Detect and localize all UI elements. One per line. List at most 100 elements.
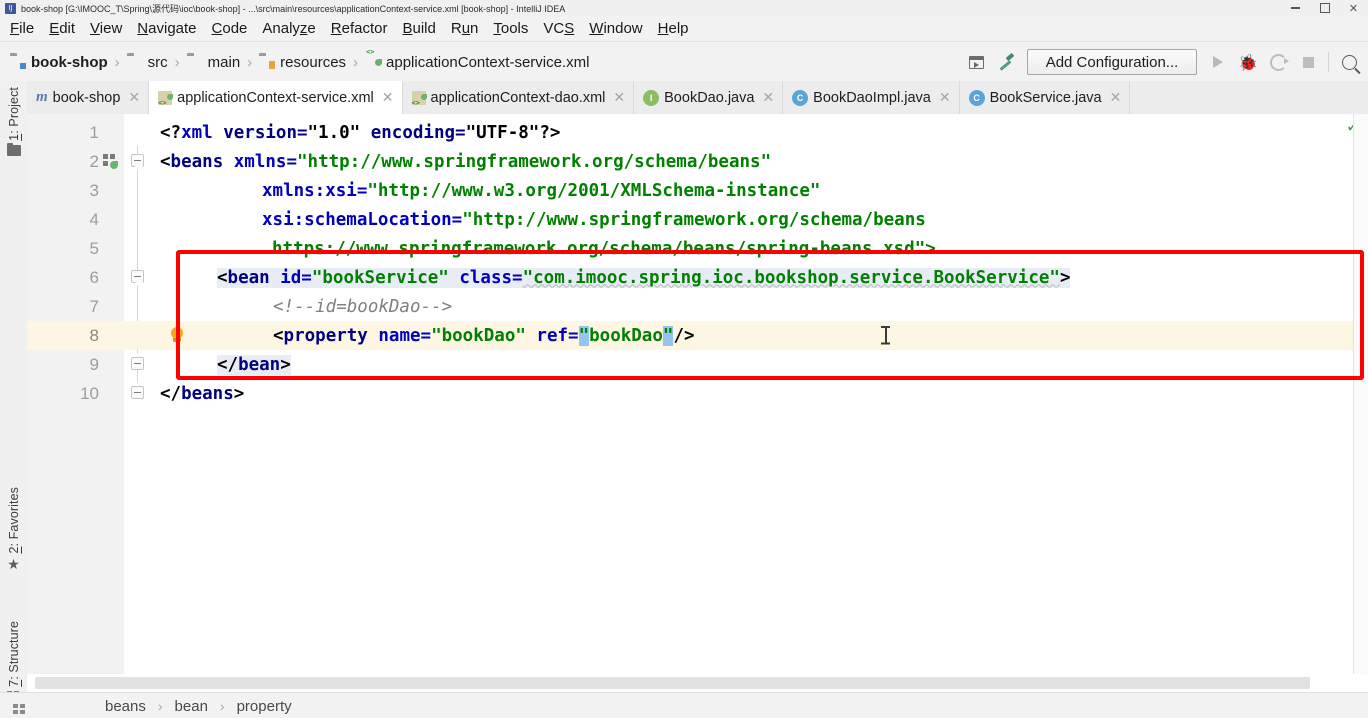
code-line[interactable]: 2 <beans xmlns="http://www.springframewo… xyxy=(27,147,1368,176)
code-line[interactable]: 1 <?xml version="1.0" encoding="UTF-8"?> xyxy=(27,118,1368,147)
menu-build[interactable]: Build xyxy=(402,20,435,37)
code-line[interactable]: 10 </beans> xyxy=(27,379,1368,408)
close-icon[interactable]: ✕ xyxy=(128,91,140,105)
menu-code[interactable]: Code xyxy=(212,20,248,37)
menu-bar: File Edit View Navigate Code Analyze Ref… xyxy=(0,16,1368,42)
scrollbar-thumb[interactable] xyxy=(35,677,1310,689)
code-line[interactable]: 7 <!--id=bookDao--> xyxy=(27,292,1368,321)
token-tag: bean xyxy=(227,267,270,288)
tab-label: book-shop xyxy=(52,89,121,106)
fold-marker[interactable] xyxy=(131,352,144,370)
fold-marker[interactable] xyxy=(131,154,144,171)
menu-file[interactable]: File xyxy=(10,20,34,37)
menu-window[interactable]: Window xyxy=(589,20,642,37)
run-icon[interactable] xyxy=(1203,47,1233,77)
menu-refactor[interactable]: Refactor xyxy=(331,20,388,37)
code-line[interactable]: 4 xsi:schemaLocation="http://www.springf… xyxy=(27,205,1368,234)
fold-marker[interactable] xyxy=(131,270,144,287)
breadcrumb-item-bean[interactable]: bean xyxy=(175,698,208,715)
chevron-right-icon: › xyxy=(114,53,120,71)
token-tag: beans xyxy=(181,383,234,404)
stop-icon[interactable] xyxy=(1293,47,1323,77)
tab-applicationcontext-service-xml[interactable]: applicationContext-service.xml ✕ xyxy=(149,81,403,114)
token-attr: encoding= xyxy=(360,122,466,143)
code-line[interactable]: 5 https://www.springframework.org/schema… xyxy=(27,234,1368,263)
folder-icon xyxy=(127,55,143,69)
menu-help[interactable]: Help xyxy=(658,20,689,37)
token-attr: xmlns= xyxy=(223,151,297,172)
line-text: <property name="bookDao" ref="bookDao"/> xyxy=(273,325,695,346)
code-line-current[interactable]: 8 <property name="bookDao" ref="bookDao"… xyxy=(27,321,1368,350)
tab-label: BookDao.java xyxy=(664,89,755,106)
run-with-coverage-icon[interactable] xyxy=(1263,47,1293,77)
minimize-icon[interactable] xyxy=(1281,0,1310,16)
menu-tools[interactable]: Tools xyxy=(493,20,528,37)
navbar-item-main[interactable]: main xyxy=(187,54,241,71)
navbar-item-src[interactable]: src xyxy=(127,54,168,71)
line-number: 7 xyxy=(89,296,99,316)
close-icon[interactable]: ✕ xyxy=(939,91,951,105)
token-value: "com.imooc.spring.ioc.bookshop.service.B… xyxy=(522,267,1060,288)
tab-bookservice-java[interactable]: C BookService.java ✕ xyxy=(959,81,1131,114)
token-tag: property xyxy=(283,325,368,346)
close-icon[interactable]: ✕ xyxy=(613,91,625,105)
token-attr: xsi:schemaLocation= xyxy=(262,209,463,230)
navbar-item-file[interactable]: applicationContext-service.xml xyxy=(365,54,589,71)
tab-book-shop[interactable]: m book-shop ✕ xyxy=(27,81,150,114)
restore-icon[interactable] xyxy=(1310,0,1339,16)
search-everywhere-icon[interactable] xyxy=(1334,47,1364,77)
menu-navigate[interactable]: Navigate xyxy=(137,20,196,37)
token-punc: > xyxy=(280,354,291,375)
token-attr: class= xyxy=(448,267,523,288)
fold-marker[interactable] xyxy=(131,381,144,399)
menu-run[interactable]: Run xyxy=(451,20,479,37)
editor-marker-gutter[interactable] xyxy=(1353,114,1368,674)
line-number: 4 xyxy=(89,209,99,229)
line-number: 6 xyxy=(89,267,99,287)
intention-bulb-icon[interactable] xyxy=(169,327,185,343)
menu-analyze[interactable]: Analyze xyxy=(262,20,315,37)
sidebar-item-structure[interactable]: 7: Structure xyxy=(0,621,27,702)
sidebar-item-project[interactable]: 1: Project xyxy=(0,87,27,156)
token-punc: < xyxy=(273,325,284,346)
close-icon[interactable]: ✕ xyxy=(1110,91,1122,105)
code-line[interactable]: 9 </bean> xyxy=(27,350,1368,379)
left-tool-window-stripe: 1: Project 2: Favorites ★ 7: Structure xyxy=(0,81,28,718)
sidebar-item-favorites[interactable]: 2: Favorites ★ xyxy=(0,487,27,572)
token-attr: xmlns:xsi= xyxy=(262,180,368,201)
menu-vcs[interactable]: VCS xyxy=(543,20,574,37)
code-line[interactable]: 6 <bean id="bookService" class="com.imoo… xyxy=(27,263,1368,292)
tab-bookdaoimpl-java[interactable]: C BookDaoImpl.java ✕ xyxy=(783,81,960,114)
star-icon: ★ xyxy=(7,556,20,573)
navbar-label: applicationContext-service.xml xyxy=(386,53,590,71)
breadcrumb-item-beans[interactable]: beans xyxy=(105,698,146,715)
token-tag: beans xyxy=(170,151,224,172)
token-attr: ref= xyxy=(525,325,579,346)
token-value: https://www.springframework.org/schema/b… xyxy=(272,238,936,259)
navbar-item-book-shop[interactable]: book-shop xyxy=(10,54,108,71)
sidebar-item-label: 7: Structure xyxy=(6,621,21,687)
code-editor[interactable]: 1 <?xml version="1.0" encoding="UTF-8"?>… xyxy=(27,114,1368,674)
layout-grid-icon[interactable] xyxy=(13,704,26,715)
horizontal-scrollbar[interactable] xyxy=(27,674,1368,692)
menu-view[interactable]: View xyxy=(90,20,122,37)
spring-bean-gutter-icon[interactable] xyxy=(103,154,119,170)
window-title: book-shop [G:\IMOOC_T\Spring\源代码\ioc\boo… xyxy=(21,3,566,14)
spring-xml-file-icon xyxy=(158,90,174,107)
build-hammer-icon[interactable] xyxy=(991,47,1021,77)
tab-applicationcontext-dao-xml[interactable]: applicationContext-dao.xml ✕ xyxy=(402,81,635,114)
menu-edit[interactable]: Edit xyxy=(49,20,75,37)
add-configuration-button[interactable]: Add Configuration... xyxy=(1027,49,1197,75)
close-icon[interactable]: ✕ xyxy=(382,91,394,105)
code-content[interactable]: 1 <?xml version="1.0" encoding="UTF-8"?>… xyxy=(27,114,1368,674)
breadcrumb-item-property[interactable]: property xyxy=(237,698,292,715)
token-punc: ?> xyxy=(539,122,561,143)
close-icon[interactable]: ✕ xyxy=(762,91,774,105)
tab-bookdao-java[interactable]: I BookDao.java ✕ xyxy=(634,81,784,114)
code-line[interactable]: 3 xmlns:xsi="http://www.w3.org/2001/XMLS… xyxy=(27,176,1368,205)
run-configurations-icon[interactable] xyxy=(961,47,991,77)
navbar-item-resources[interactable]: resources xyxy=(259,54,346,71)
token-quote-close: " xyxy=(662,325,674,346)
close-icon[interactable]: ✕ xyxy=(1339,0,1368,16)
debug-icon[interactable]: 🐞 xyxy=(1233,47,1263,77)
